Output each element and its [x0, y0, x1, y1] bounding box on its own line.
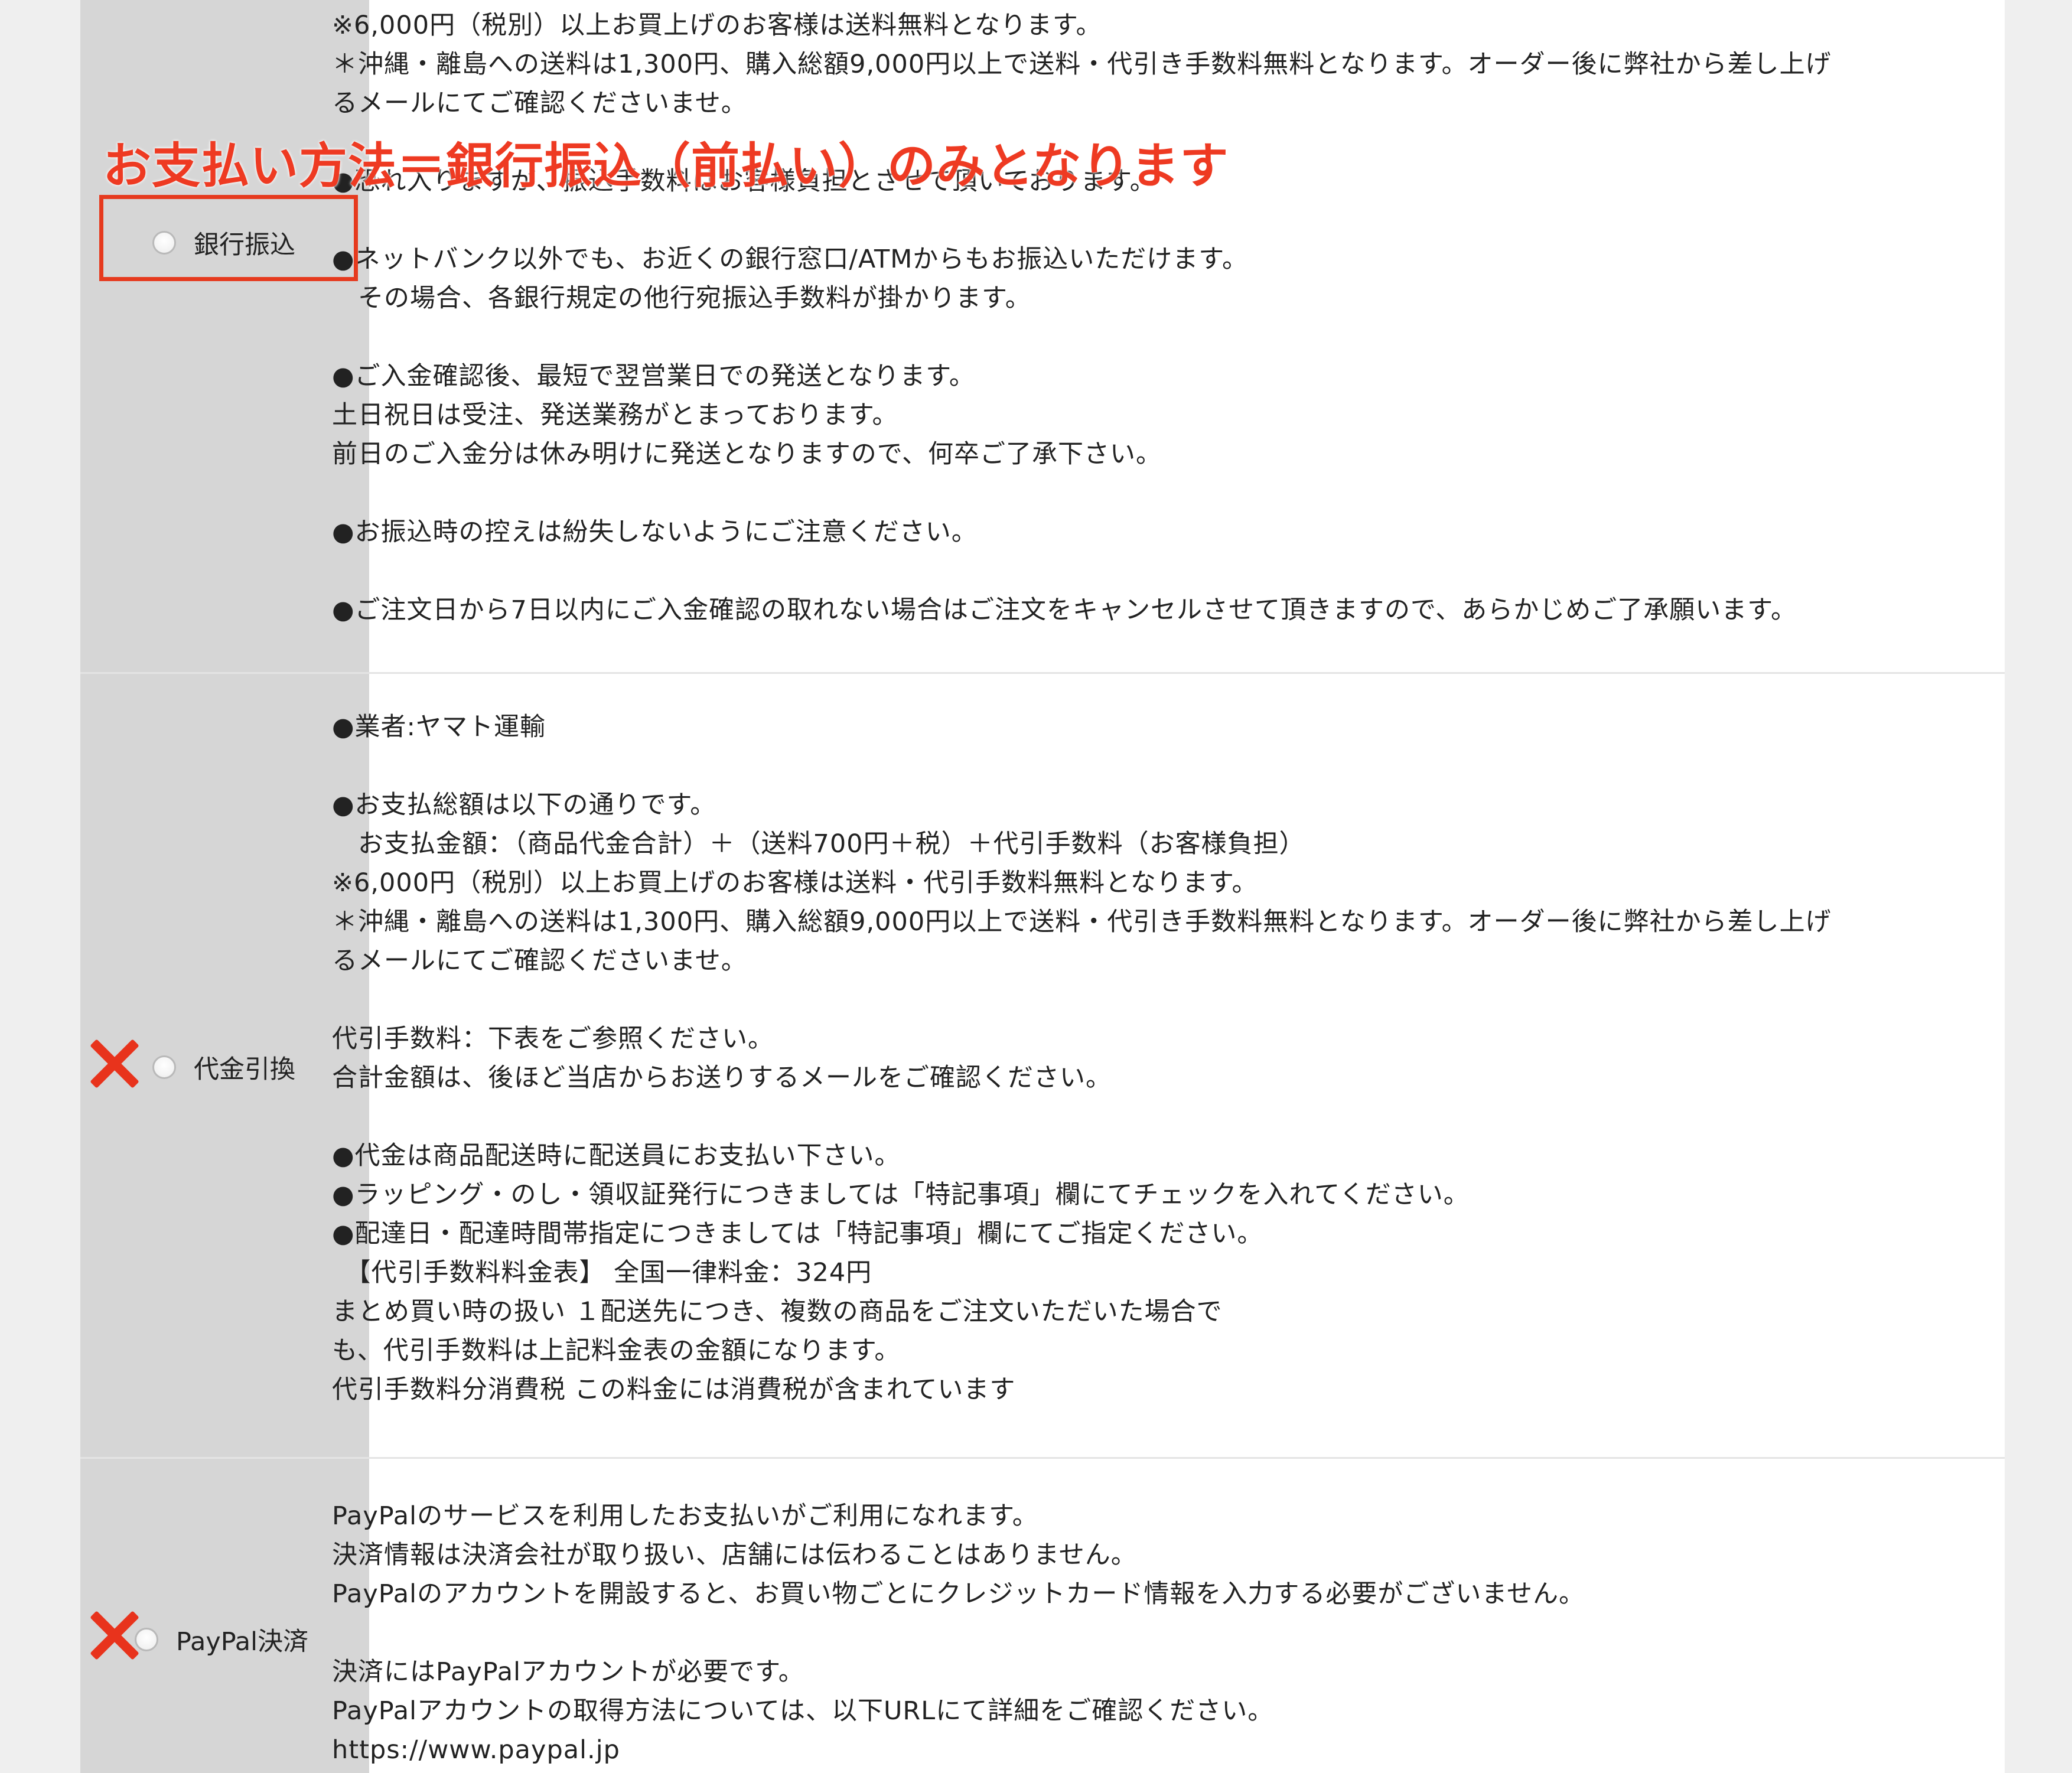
paypal-description: PayPalのサービスを利用したお支払いがご利用になれます。決済情報は決済会社が…: [332, 1497, 1903, 1769]
description-line: 代引手数料分消費税 この料金には消費税が含まれています: [332, 1375, 1016, 1404]
description-line: 土日祝日は受注、発送業務がとまっております。: [332, 400, 898, 430]
bank-transfer-description: ※6,000円（税別）以上お買上げのお客様は送料無料となります。 ＊沖縄・離島への…: [332, 6, 1903, 630]
description-line: ●ネットバンク以外でも、お近くの銀行窓口/ATMからもお振込いただけます。: [332, 245, 1249, 274]
payment-method-page: ※6,000円（税別）以上お買上げのお客様は送料無料となります。 ＊沖縄・離島への…: [0, 0, 2072, 1773]
description-line: [332, 1614, 1903, 1653]
description-line: [332, 201, 1903, 240]
cod-label: 代金引換: [194, 1055, 295, 1084]
description-line: ●お振込時の控えは紛失しないようにご注意ください。: [332, 517, 978, 547]
description-line: ●ご入金確認後、最短で翌営業日での発送となります。: [332, 361, 975, 391]
description-line: ※6,000円（税別）以上お買上げのお客様は送料・代引手数料無料となります。: [332, 868, 1258, 898]
description-line: PayPalのサービスを利用したお支払いがご利用になれます。: [332, 1501, 1038, 1531]
cod-description: ●業者:ヤマト運輸 ●お支払総額は以下の通りです。 お支払金額：（商品代金合計）＋…: [332, 708, 1903, 1409]
description-line: も、代引手数料は上記料金表の金額になります。: [332, 1336, 901, 1365]
description-line: まとめ買い時の扱い １配送先につき、複数の商品をご注文いただいた場合で: [332, 1297, 1223, 1327]
description-line: https://www.paypal.jp: [332, 1735, 620, 1765]
description-line: ●お支払総額は以下の通りです。: [332, 790, 716, 820]
description-line: ●配達日・配達時間帯指定につきましては「特記事項」欄にてご指定ください。: [332, 1219, 1263, 1249]
description-line: 【代引手数料料金表】 全国一律料金：324円: [332, 1258, 872, 1288]
description-line: [332, 1097, 1903, 1136]
x-mark-icon: [87, 1609, 141, 1662]
description-line: ※6,000円（税別）以上お買上げのお客様は送料無料となります。: [332, 11, 1102, 40]
description-line: [332, 318, 1903, 357]
description-line: ●ご注文日から7日以内にご入金確認の取れない場合はご注文をキャンセルさせて頂きま…: [332, 595, 1797, 625]
description-line: ＊沖縄・離島への送料は1,300円、購入総額9,000円以上で送料・代引き手数料…: [332, 907, 1832, 937]
description-line: PayPalのアカウントを開設すると、お買い物ごとにクレジットカード情報を入力す…: [332, 1579, 1585, 1609]
description-line: 前日のご入金分は休み明けに発送となりますので、何卒ご了承下さい。: [332, 439, 1162, 469]
description-line: 決済情報は決済会社が取り扱い、店舗には伝わることはありません。: [332, 1540, 1137, 1570]
description-line: るメールにてご確認くださいませ。: [332, 89, 747, 118]
description-line: ●代金は商品配送時に配送員にお支払い下さい。: [332, 1141, 901, 1171]
description-line: ●ラッピング・のし・領収証発行につきましては「特記事項」欄にてチェックを入れてく…: [332, 1180, 1470, 1210]
description-line: 合計金額は、後ほど当店からお送りするメールをご確認ください。: [332, 1063, 1112, 1093]
cod-radio[interactable]: [152, 1055, 176, 1079]
description-line: [332, 980, 1903, 1019]
description-line: るメールにてご確認くださいませ。: [332, 946, 747, 976]
bank-transfer-highlight-box: [99, 195, 358, 281]
x-mark-icon: [87, 1037, 141, 1090]
description-line: [332, 747, 1903, 786]
description-line: [332, 552, 1903, 591]
description-line: 代引手数料：下表をご参照ください。: [332, 1024, 774, 1054]
payment-option-paypal[interactable]: PayPal決済: [135, 1621, 308, 1658]
description-line: 決済にはPayPalアカウントが必要です。: [332, 1657, 804, 1687]
description-line: お支払金額：（商品代金合計）＋（送料700円＋税）＋代引手数料（お客様負担）: [332, 829, 1305, 859]
annotation-callout: お支払い方法＝銀行振込（前払い）のみとなります: [103, 138, 1229, 194]
description-line: PayPalアカウントの取得方法については、以下URLにて詳細をご確認ください。: [332, 1696, 1274, 1726]
payment-label-cell: [80, 0, 369, 672]
description-line: ＊沖縄・離島への送料は1,300円、購入総額9,000円以上で送料・代引き手数料…: [332, 50, 1832, 79]
description-line: [332, 474, 1903, 513]
description-line: ●業者:ヤマト運輸: [332, 712, 546, 742]
description-line: その場合、各銀行規定の他行宛振込手数料が掛かります。: [332, 283, 1031, 313]
payment-option-cash-on-delivery[interactable]: 代金引換: [152, 1049, 295, 1086]
paypal-label: PayPal決済: [176, 1627, 309, 1657]
